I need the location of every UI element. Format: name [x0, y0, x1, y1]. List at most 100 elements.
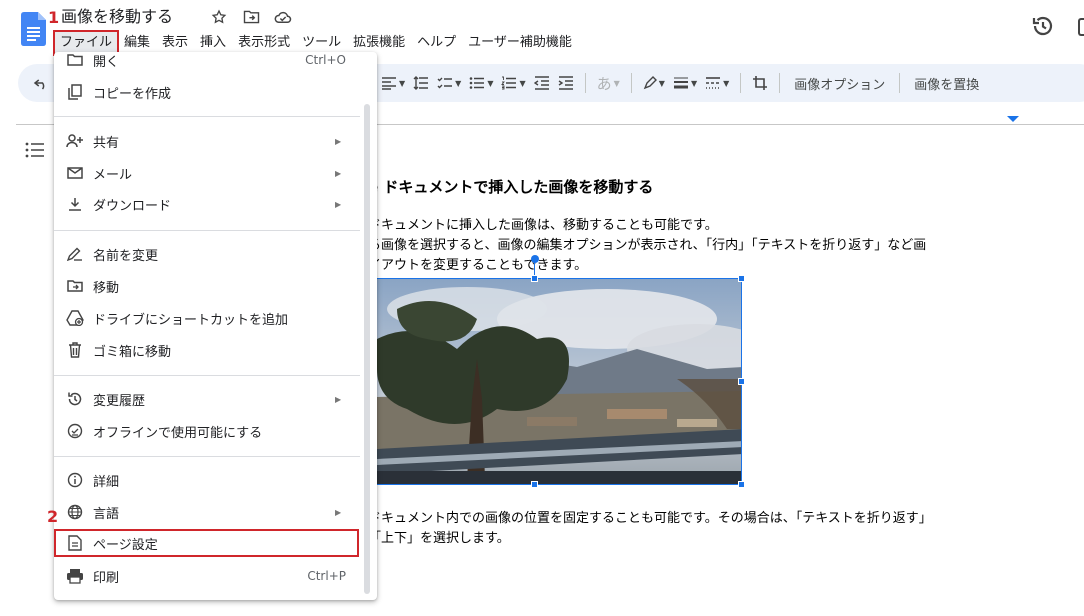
checklist-icon: [437, 77, 453, 89]
menu-item-label: ドライブにショートカットを追加: [93, 312, 289, 328]
checklist-button[interactable]: ▼: [434, 70, 464, 96]
menu-item-label: 詳細: [93, 474, 120, 490]
align-left-icon: [382, 77, 396, 90]
history-icon: [66, 390, 84, 408]
menu-item-language[interactable]: 言語 ▶: [54, 498, 364, 526]
decrease-indent-button[interactable]: [531, 70, 553, 96]
menu-item-trash[interactable]: ゴミ箱に移動: [54, 336, 364, 364]
menu-divider: [54, 230, 360, 231]
menu-item-rename[interactable]: 名前を変更: [54, 240, 364, 268]
submenu-arrow-icon: ▶: [335, 136, 342, 146]
resize-handle-bottom[interactable]: [531, 481, 538, 488]
menu-item-label: 名前を変更: [93, 248, 159, 264]
rename-icon: [66, 245, 84, 263]
inserted-image[interactable]: [376, 278, 742, 485]
resize-handle-bottom-right[interactable]: [738, 481, 745, 488]
menu-divider: [54, 375, 360, 376]
menu-item-page-setup[interactable]: ページ設定: [54, 529, 359, 557]
document-outline-icon[interactable]: [25, 142, 45, 158]
border-dash-button[interactable]: ▼: [702, 70, 732, 96]
menu-item-label: メール: [93, 167, 133, 183]
replace-image-button[interactable]: 画像を置換: [908, 74, 985, 93]
download-icon: [66, 195, 84, 213]
chevron-down-icon: ▼: [487, 78, 494, 88]
menu-item-details[interactable]: 詳細: [54, 466, 364, 494]
step-number-1: 1: [48, 8, 60, 27]
pen-icon: [643, 76, 657, 90]
resize-handle-top[interactable]: [531, 275, 538, 282]
crop-button[interactable]: [749, 70, 771, 96]
menu-item-shortcut: Ctrl+O: [305, 53, 346, 67]
menu-help[interactable]: ヘルプ: [411, 31, 462, 55]
submenu-arrow-icon: ▶: [335, 507, 342, 517]
docs-logo-icon[interactable]: [21, 12, 46, 46]
toolbar-divider: [779, 73, 781, 93]
numbered-list-button[interactable]: ▼: [498, 70, 528, 96]
numbered-list-icon: [501, 76, 517, 90]
line-spacing-button[interactable]: [410, 70, 432, 96]
resize-handle-right[interactable]: [738, 378, 745, 385]
printer-icon: [66, 567, 84, 585]
increase-indent-icon: [558, 76, 573, 90]
image-options-button[interactable]: 画像オプション: [788, 74, 891, 93]
document-title[interactable]: 画像を移動する: [61, 6, 173, 28]
border-weight-button[interactable]: ▼: [670, 70, 700, 96]
menu-accessibility[interactable]: ユーザー補助機能: [462, 31, 578, 55]
chevron-down-icon: ▼: [613, 78, 620, 88]
menu-item-label: 変更履歴: [93, 393, 146, 409]
chevron-down-icon: ▼: [723, 78, 730, 88]
toolbar-divider: [584, 73, 586, 93]
menu-item-label: 印刷: [93, 570, 120, 586]
menu-item-open[interactable]: 開く Ctrl+O: [54, 52, 364, 74]
menu-item-offline[interactable]: オフラインで使用可能にする: [54, 417, 364, 445]
bulleted-list-button[interactable]: ▼: [466, 70, 496, 96]
comment-icon[interactable]: [1078, 18, 1084, 36]
toolbar-divider: [740, 73, 742, 93]
menu-item-label: オフラインで使用可能にする: [93, 425, 263, 441]
star-icon[interactable]: [210, 8, 228, 26]
document-heading: e ドキュメントで挿入した画像を移動する: [368, 178, 654, 196]
menu-item-label: コピーを作成: [93, 86, 172, 102]
menu-item-share[interactable]: 共有 ▶: [54, 127, 364, 155]
page-icon: [66, 534, 84, 552]
line-spacing-icon: [413, 76, 429, 90]
mail-icon: [66, 164, 84, 182]
menu-item-label: ページ設定: [93, 537, 158, 553]
menu-item-shortcut: Ctrl+P: [307, 569, 346, 583]
menu-scrollbar[interactable]: [364, 104, 370, 594]
menu-item-move[interactable]: 移動: [54, 272, 364, 300]
cloud-status-icon[interactable]: [274, 8, 292, 26]
text-color-glyph: あ: [596, 74, 612, 93]
menu-item-version-history[interactable]: 変更履歴 ▶: [54, 385, 364, 413]
crop-icon: [753, 76, 768, 90]
align-button[interactable]: ▼: [378, 70, 408, 96]
increase-indent-button[interactable]: [555, 70, 577, 96]
menu-item-add-shortcut[interactable]: ドライブにショートカットを追加: [54, 304, 364, 332]
toolbar-divider: [630, 73, 632, 93]
toolbar-divider: [899, 73, 901, 93]
chevron-down-icon: ▼: [658, 78, 665, 88]
ruler-indent-marker[interactable]: [1007, 116, 1019, 122]
paragraph-line: イアウトを変更することもできます。: [368, 258, 588, 273]
resize-handle-top-right[interactable]: [738, 275, 745, 282]
menu-item-print[interactable]: 印刷 Ctrl+P: [54, 562, 364, 590]
chevron-down-icon: ▼: [455, 78, 462, 88]
clear-format-button[interactable]: あ ▼: [594, 70, 623, 96]
rotation-handle[interactable]: [531, 255, 539, 263]
history-icon[interactable]: [1031, 14, 1055, 38]
undo-icon[interactable]: [32, 74, 50, 92]
bulleted-list-icon: [470, 77, 485, 89]
folder-open-icon: [66, 52, 84, 69]
menu-item-label: 移動: [93, 280, 120, 296]
info-icon: [66, 471, 84, 489]
border-color-button[interactable]: ▼: [640, 70, 668, 96]
menu-item-email[interactable]: メール ▶: [54, 159, 364, 187]
chevron-down-icon: ▼: [519, 78, 526, 88]
border-weight-icon: [673, 77, 688, 89]
drive-shortcut-icon: [66, 309, 84, 327]
menu-item-download[interactable]: ダウンロード ▶: [54, 190, 364, 218]
docs-window: 画像を移動する ファイル 編集 表示 挿入 表示形式 ツール 拡張機能 ヘルプ …: [0, 0, 1084, 616]
menu-item-make-copy[interactable]: コピーを作成: [54, 78, 364, 106]
menu-divider: [54, 116, 360, 117]
move-folder-icon[interactable]: [242, 8, 260, 26]
